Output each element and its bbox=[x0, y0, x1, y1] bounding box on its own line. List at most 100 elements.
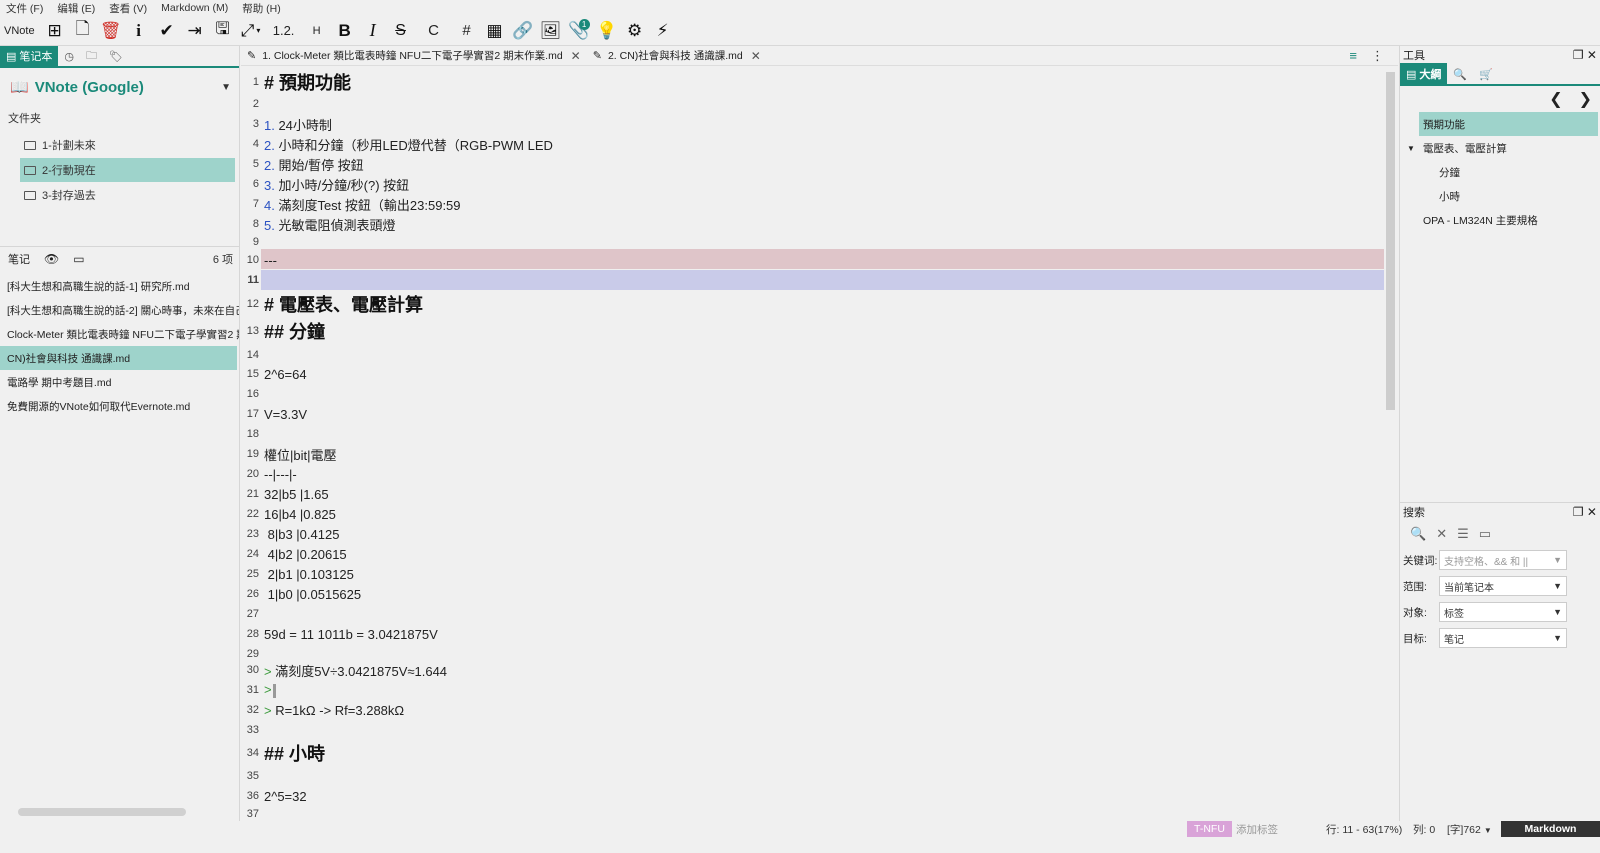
chevron-down-icon[interactable]: ▼ bbox=[1553, 607, 1562, 617]
scope-label: 范围: bbox=[1403, 580, 1427, 593]
outline-item[interactable]: 分鐘 bbox=[1400, 160, 1600, 184]
chevron-down-icon[interactable]: ▼ bbox=[221, 82, 231, 93]
tab-history-icon[interactable]: ◷ bbox=[58, 46, 80, 66]
line-number: 14 bbox=[246, 349, 259, 361]
line-text: # 預期功能 bbox=[264, 73, 352, 93]
folder-item[interactable]: 3-封存過去 bbox=[20, 183, 235, 207]
chevron-down-icon[interactable]: ▼ bbox=[1553, 633, 1562, 643]
settings-wheel-icon[interactable]: ⚙ bbox=[621, 19, 649, 43]
image-icon[interactable]: 🖼 bbox=[537, 19, 565, 43]
tab-tag-icon[interactable]: 🏷 bbox=[103, 46, 129, 66]
close-icon[interactable]: ✕ bbox=[571, 49, 581, 63]
float-panel-icon[interactable]: ❐ ✕ bbox=[1573, 505, 1597, 519]
view-mode-icon[interactable]: ▭ bbox=[73, 252, 84, 266]
chevron-left-icon[interactable]: ❮ bbox=[1549, 89, 1562, 109]
outline-item[interactable]: ▼ 電壓表、電壓計算 bbox=[1400, 136, 1600, 160]
delete-icon[interactable]: 🗑 bbox=[97, 19, 125, 43]
eye-icon[interactable]: 👁 bbox=[44, 252, 59, 266]
outline-item[interactable]: OPA - LM324N 主要規格 bbox=[1400, 208, 1600, 232]
scope-select[interactable]: 当前笔记本 ▼ bbox=[1439, 576, 1567, 596]
heading-numbering-button[interactable]: 1.2. bbox=[270, 19, 298, 43]
menu-markdown[interactable]: Markdown (M) bbox=[161, 2, 228, 14]
new-notebook-icon[interactable]: ⊞ bbox=[41, 19, 69, 43]
lightbulb-icon[interactable]: 💡 bbox=[593, 19, 621, 43]
list-item[interactable]: 免費開源的VNote如何取代Evernote.md bbox=[0, 394, 239, 418]
list-item[interactable]: [科大生想和高職生說的話-1] 研究所.md bbox=[0, 274, 239, 298]
checkmark-icon[interactable]: ✔ bbox=[153, 19, 181, 43]
line-number: 26 bbox=[246, 588, 259, 600]
new-note-icon[interactable]: 🗋 bbox=[69, 19, 97, 43]
target-value: 笔记 bbox=[1444, 634, 1464, 646]
object-row: 对象: 标签 ▼ bbox=[1400, 599, 1600, 625]
menu-help[interactable]: 帮助 (H) bbox=[242, 1, 281, 16]
keyword-input[interactable]: 支持空格、&& 和 || ▼ bbox=[1439, 550, 1567, 570]
word-count[interactable]: [字]762 ▼ bbox=[1447, 822, 1492, 837]
add-tag-input[interactable]: 添加标签 bbox=[1236, 822, 1278, 837]
editor-line: 30 > 滿刻度5V÷3.0421875V≈1.644 bbox=[241, 660, 1385, 680]
code-block-button[interactable]: # bbox=[453, 19, 481, 43]
export-icon[interactable]: ⇥ bbox=[181, 19, 209, 43]
advanced-settings-icon[interactable]: ☰ bbox=[1457, 526, 1469, 542]
strikethrough-button[interactable]: S bbox=[387, 19, 415, 43]
markdown-editor[interactable]: 1 # 預期功能 2 3 1. 24小時制 4 2. 小時和分鐘（秒用LED燈代替（R… bbox=[241, 66, 1385, 822]
tab-notebook[interactable]: ▤ 笔记本 bbox=[0, 46, 59, 66]
close-icon[interactable]: ✕ bbox=[751, 49, 761, 63]
search-icon[interactable]: 🔍 bbox=[1410, 526, 1426, 542]
more-options-icon[interactable]: ⋮ bbox=[1371, 48, 1384, 64]
outline-label: 預期功能 bbox=[1423, 118, 1465, 131]
folder-item[interactable]: 1-計劃未來 bbox=[20, 133, 235, 157]
outline-item[interactable]: 小時 bbox=[1400, 184, 1600, 208]
outline-label: 分鐘 bbox=[1439, 166, 1460, 179]
line-number: 21 bbox=[246, 488, 259, 500]
horizontal-scrollbar[interactable] bbox=[18, 808, 186, 816]
line-number: 7 bbox=[252, 198, 259, 210]
list-item[interactable]: Clock-Meter 類比電表時鐘 NFU二下電子學實習2 期 bbox=[0, 322, 239, 346]
console-icon[interactable]: ▭ bbox=[1479, 526, 1491, 542]
save-icon[interactable]: 🖫 bbox=[209, 19, 237, 43]
list-text: 小時和分鐘（秒用LED燈代替（RGB-PWM LED bbox=[274, 137, 553, 153]
bold-button[interactable]: B bbox=[331, 19, 359, 43]
search-title-bar: 搜索 ❐ ✕ bbox=[1400, 503, 1600, 521]
inline-code-button[interactable]: C bbox=[420, 19, 448, 43]
expand-icon[interactable]: ⤢ ▾ bbox=[237, 19, 265, 43]
outline-item-selected[interactable]: 預期功能 bbox=[1419, 112, 1598, 136]
line-number: 9 bbox=[252, 236, 259, 248]
object-select[interactable]: 标签 ▼ bbox=[1439, 602, 1567, 622]
menu-edit[interactable]: 编辑 (E) bbox=[57, 1, 95, 16]
vertical-scrollbar[interactable] bbox=[1386, 72, 1395, 410]
float-panel-icon[interactable]: ❐ ✕ bbox=[1573, 48, 1597, 62]
list-item[interactable]: [科大生想和高職生說的話-2] 關心時事，未來在自己手 bbox=[0, 298, 239, 322]
notebook-selector[interactable]: 📖 VNote (Google) ▼ bbox=[0, 68, 239, 106]
link-icon[interactable]: 🔗 bbox=[509, 19, 537, 43]
menu-file[interactable]: 文件 (F) bbox=[6, 1, 43, 16]
tag-badge[interactable]: T-NFU bbox=[1187, 821, 1232, 837]
line-number: 31 bbox=[246, 684, 259, 696]
info-icon[interactable]: i bbox=[125, 19, 153, 43]
tab-list-icon[interactable]: ≡ bbox=[1349, 48, 1357, 63]
tab-outline[interactable]: ▤ 大綱 bbox=[1400, 63, 1448, 85]
attachment-icon[interactable]: 📎 1 bbox=[565, 18, 593, 43]
tab-cart-icon[interactable]: 🛒 bbox=[1473, 63, 1499, 85]
chevron-down-icon[interactable]: ▼ bbox=[1553, 581, 1562, 591]
menu-view[interactable]: 查看 (V) bbox=[109, 1, 147, 16]
tab-folder-icon[interactable]: 🗀 bbox=[80, 46, 103, 66]
tab-social-tech[interactable]: ✎ 2. CN)社會與科技 通識課.md ✕ bbox=[587, 46, 767, 66]
list-text: 24小時制 bbox=[274, 117, 332, 133]
tab-snippet-icon[interactable]: 🔍 bbox=[1447, 63, 1473, 85]
target-select[interactable]: 笔记 ▼ bbox=[1439, 628, 1567, 648]
clear-icon[interactable]: ✕ bbox=[1436, 526, 1447, 542]
table-icon[interactable]: ▦ bbox=[481, 19, 509, 43]
chevron-down-icon[interactable]: ▼ bbox=[1553, 555, 1562, 565]
heading-button[interactable]: H bbox=[303, 19, 331, 43]
editor-line: 9 bbox=[241, 234, 1385, 250]
list-item[interactable]: 電路學 期中考題目.md bbox=[0, 370, 239, 394]
tab-clock-meter[interactable]: ✎ 1. Clock-Meter 類比電表時鐘 NFU二下電子學實習2 期末作業… bbox=[241, 46, 587, 66]
quote-marker: > bbox=[264, 663, 272, 679]
italic-button[interactable]: I bbox=[359, 19, 387, 43]
chevron-right-icon[interactable]: ❯ bbox=[1579, 89, 1592, 109]
expand-arrow-icon[interactable]: ▼ bbox=[1407, 144, 1415, 153]
list-item-selected[interactable]: CN)社會與科技 通識課.md bbox=[0, 346, 237, 370]
folder-item-selected[interactable]: 2-行動現在 bbox=[20, 158, 235, 182]
lightning-icon[interactable]: ⚡ bbox=[649, 19, 677, 43]
editor-mode[interactable]: Markdown bbox=[1501, 821, 1600, 837]
